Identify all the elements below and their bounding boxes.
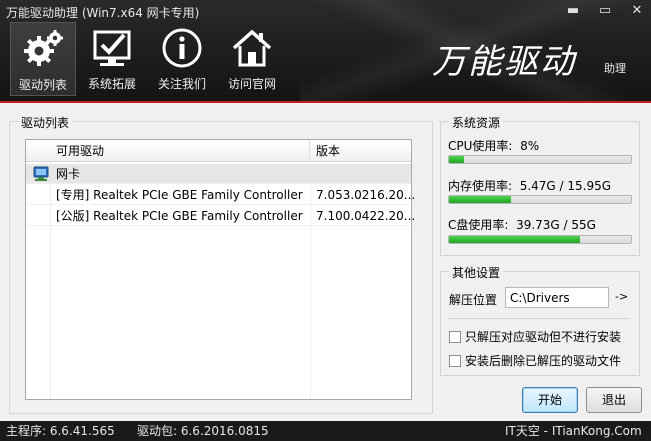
nav-system-extend[interactable]: 系统拓展	[79, 22, 145, 96]
extract-path-label: 解压位置	[449, 293, 498, 307]
table-row[interactable]: [专用] Realtek PCIe GBE Family Controller …	[26, 185, 415, 205]
header-accent-line	[0, 101, 651, 103]
nav-visit-website[interactable]: 访问官网	[219, 22, 285, 96]
disk-usage-label: C盘使用率: 39.73G / 55G	[448, 216, 596, 233]
driver-version: 7.053.0216.20...	[316, 188, 416, 202]
close-button[interactable]: ✕	[626, 2, 648, 20]
exit-button[interactable]: 退出	[586, 387, 642, 413]
settings-divider	[448, 318, 630, 319]
nav-label: 关注我们	[157, 77, 206, 91]
network-adapter-icon	[33, 166, 49, 181]
disk-usage-bar	[448, 235, 632, 244]
cpu-usage-caption: CPU使用率:	[448, 139, 513, 153]
delete-after-install-checkbox[interactable]	[449, 355, 461, 367]
cpu-usage-value: 8%	[520, 139, 540, 153]
brand-subtitle: 助理	[604, 62, 626, 75]
nav-driver-list[interactable]: 驱动列表	[10, 22, 76, 96]
disk-usage-value: 39.73G / 55G	[516, 218, 596, 232]
disk-usage-caption: C盘使用率:	[448, 218, 509, 232]
cpu-usage-fill	[449, 156, 464, 163]
memory-usage-bar	[448, 195, 632, 204]
group-title: 驱动列表	[18, 114, 73, 131]
restore-button[interactable]: ▭	[594, 2, 616, 20]
start-button[interactable]: 开始	[522, 387, 578, 413]
checkmark-monitor-icon	[93, 30, 131, 66]
minimize-button[interactable]: ▬	[562, 2, 584, 20]
memory-usage-value: 5.47G / 15.95G	[519, 179, 612, 193]
driver-version: 7.100.0422.20...	[316, 209, 416, 223]
window-title: 万能驱动助理 (Win7.x64 网卡专用)	[6, 6, 200, 20]
disk-usage-fill	[449, 236, 581, 243]
extract-only-checkbox[interactable]	[449, 331, 461, 343]
extract-path-input[interactable]	[505, 287, 609, 308]
nav-label: 访问官网	[227, 77, 276, 91]
option-extract-only[interactable]: 只解压对应驱动但不进行安装	[449, 328, 621, 345]
table-row[interactable]: [公版] Realtek PCIe GBE Family Controller …	[26, 206, 415, 226]
memory-usage-caption: 内存使用率:	[448, 179, 513, 193]
brand-title: 万能驱动	[432, 42, 576, 82]
group-title: 系统资源	[449, 114, 504, 131]
nav-follow-us[interactable]: 关注我们	[149, 22, 215, 96]
list-group-network[interactable]: 网卡	[26, 164, 411, 184]
driver-name: [公版] Realtek PCIe GBE Family Controller	[56, 209, 303, 223]
header: 万能驱动助理 (Win7.x64 网卡专用) ▬ ▭ ✕ 驱动列表 系统拓展 关…	[0, 0, 651, 102]
memory-usage-label: 内存使用率: 5.47G / 15.95G	[448, 177, 611, 194]
home-icon	[232, 29, 272, 67]
column-header-driver[interactable]: 可用驱动	[50, 140, 310, 162]
info-icon	[162, 28, 202, 68]
status-bar: 主程序: 6.6.41.565 驱动包: 6.6.2016.0815 IT天空 …	[0, 421, 651, 441]
listview-header: 可用驱动 版本	[26, 140, 411, 162]
cpu-usage-label: CPU使用率: 8%	[448, 137, 539, 154]
cpu-usage-bar	[448, 155, 632, 164]
nav-label: 驱动列表	[18, 78, 67, 92]
option-label: 只解压对应驱动但不进行安装	[465, 330, 622, 344]
gear-icon	[24, 30, 63, 66]
driver-pack-version: 驱动包: 6.6.2016.0815	[137, 424, 269, 438]
driver-listview[interactable]: 可用驱动 版本 网卡 [专用] Realtek PCIe GBE Family …	[25, 139, 415, 400]
memory-usage-fill	[449, 196, 512, 203]
list-group-label: 网卡	[56, 167, 81, 181]
nav-label: 系统拓展	[87, 77, 136, 91]
option-delete-after-install[interactable]: 安装后删除已解压的驱动文件	[449, 352, 621, 369]
group-title: 其他设置	[449, 264, 504, 281]
option-label: 安装后删除已解压的驱动文件	[465, 354, 622, 368]
site-link[interactable]: IT天空 - ITianKong.Com	[505, 421, 642, 441]
driver-name: [专用] Realtek PCIe GBE Family Controller	[56, 188, 303, 202]
browse-arrow-button[interactable]: ->	[615, 290, 628, 303]
column-header-version[interactable]: 版本	[310, 140, 411, 162]
main-program-version: 主程序: 6.6.41.565	[6, 424, 115, 438]
